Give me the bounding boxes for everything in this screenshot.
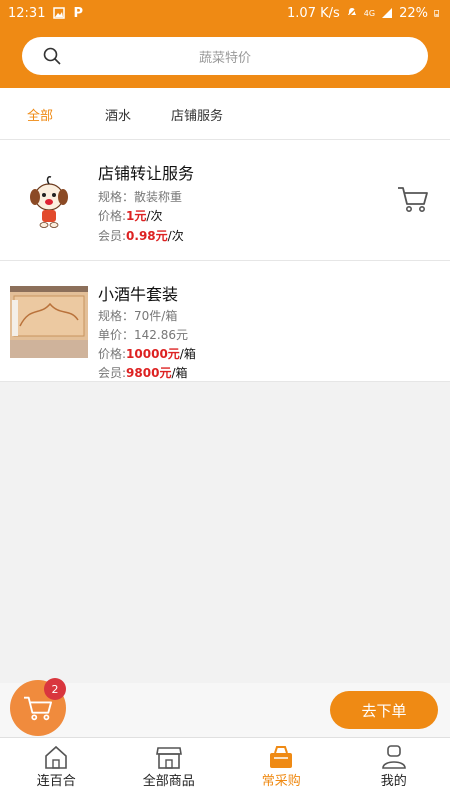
product-title: 小酒牛套装 — [98, 285, 179, 304]
spec-label: 规格： — [98, 309, 135, 323]
price-unit: /箱 — [179, 347, 196, 361]
p-icon: P — [73, 5, 83, 21]
status-bar: 12:31 P 1.07 K/s 4G 22% — [0, 0, 450, 26]
product-member-price: 会员:0.98元/次 — [98, 227, 184, 244]
nav-frequent[interactable]: 常采购 — [225, 738, 338, 800]
spec-label: 规格： — [98, 190, 135, 204]
list-item[interactable]: 店铺转让服务 规格：散装称重 价格:1元/次 会员:0.98元/次 — [0, 140, 450, 261]
product-price: 价格:10000元/箱 — [98, 345, 196, 362]
tab-drinks[interactable]: 酒水 — [105, 105, 131, 124]
basket-icon — [270, 746, 293, 768]
nav-all-products-label: 全部商品 — [142, 774, 195, 789]
product-unit-price: 单价：142.86元 — [98, 326, 188, 343]
product-price: 价格:1元/次 — [98, 207, 162, 224]
wine-box-image — [10, 286, 88, 358]
signal-label: 4G — [363, 8, 376, 18]
price-unit: /次 — [146, 209, 163, 223]
mute-icon — [346, 7, 358, 19]
search-icon — [43, 47, 61, 65]
product-image — [10, 283, 88, 361]
spec-value: 70件/箱 — [134, 309, 178, 323]
price-value: 1元 — [126, 209, 147, 223]
price-label: 价格: — [98, 209, 127, 223]
nav-mine[interactable]: 我的 — [338, 738, 450, 800]
mascot-dog-image — [30, 176, 68, 228]
member-price-value: 9800元 — [126, 366, 172, 380]
product-image — [10, 162, 88, 240]
list-item[interactable]: 小酒牛套装 规格：70件/箱 单价：142.86元 价格:10000元/箱 会员… — [0, 261, 450, 382]
nav-mine-label: 我的 — [380, 774, 407, 789]
nav-home-label: 连百合 — [36, 774, 76, 789]
add-to-cart-icon[interactable] — [396, 184, 430, 214]
product-spec: 规格：散装称重 — [98, 188, 182, 205]
unit-price-label: 单价： — [98, 328, 135, 342]
home-icon — [45, 745, 68, 769]
search-placeholder: 蔬菜特价 — [198, 50, 251, 66]
product-list: 店铺转让服务 规格：散装称重 价格:1元/次 会员:0.98元/次 小酒牛套装 … — [0, 140, 450, 382]
member-label: 会员: — [98, 229, 127, 243]
unit-price-value: 142.86元 — [134, 328, 189, 342]
price-label: 价格: — [98, 347, 127, 361]
store-icon — [155, 747, 182, 769]
user-icon — [381, 745, 406, 769]
product-spec: 规格：70件/箱 — [98, 307, 177, 324]
place-order-button[interactable]: 去下单 — [330, 691, 438, 729]
member-price-unit: /箱 — [171, 366, 188, 380]
status-time: 12:31 — [8, 5, 46, 21]
signal-icon — [382, 8, 393, 18]
member-price-value: 0.98元 — [126, 229, 168, 243]
battery-percent: 22% — [399, 5, 428, 21]
network-speed: 1.07 K/s — [287, 5, 340, 21]
spec-value: 散装称重 — [134, 190, 183, 204]
image-icon — [53, 7, 66, 19]
member-price-unit: /次 — [167, 229, 184, 243]
nav-frequent-label: 常采购 — [261, 774, 301, 789]
bottom-nav: 连百合 全部商品 常采购 我的 — [0, 737, 450, 800]
price-value: 10000元 — [126, 347, 180, 361]
tab-all[interactable]: 全部 — [27, 105, 53, 124]
nav-all-products[interactable]: 全部商品 — [113, 738, 226, 800]
search-input[interactable]: 蔬菜特价 — [22, 37, 428, 75]
battery-icon — [434, 9, 439, 17]
product-member-price: 会员:9800元/箱 — [98, 364, 188, 381]
tab-store-service[interactable]: 店铺服务 — [171, 105, 223, 124]
nav-home[interactable]: 连百合 — [0, 738, 113, 800]
cart-count-badge: 2 — [44, 678, 66, 700]
product-title: 店铺转让服务 — [98, 164, 195, 183]
category-tabs: 全部 酒水 店铺服务 — [0, 88, 450, 140]
member-label: 会员: — [98, 366, 127, 380]
header: 蔬菜特价 — [0, 26, 450, 88]
